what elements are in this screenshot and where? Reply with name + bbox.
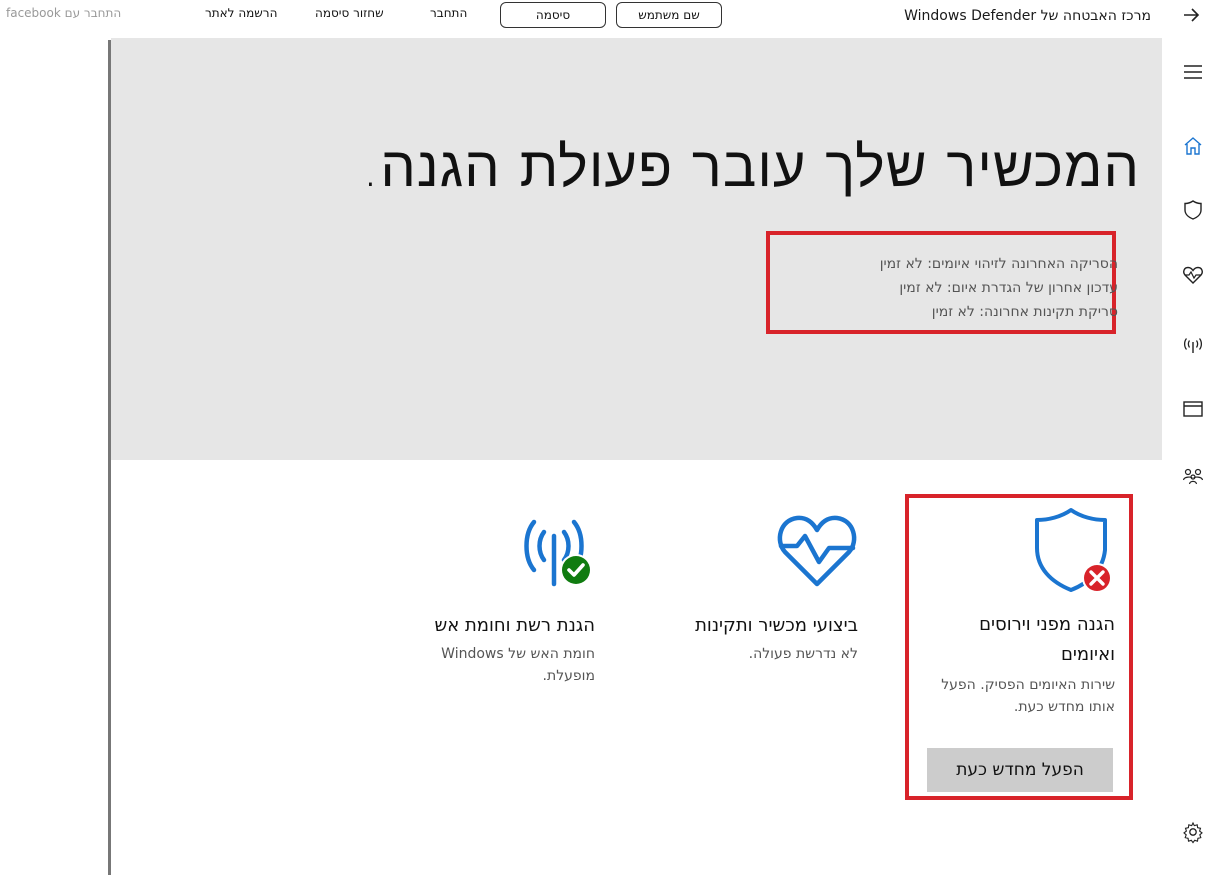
facebook-login-link[interactable]: התחבר עם facebook <box>6 6 121 20</box>
tile-firewall-network-protection[interactable]: הגנת רשת וחומת אש חומת האש של Windows מו… <box>390 495 595 795</box>
shield-error-icon <box>1035 508 1112 593</box>
last-health-scan: סריקת תקינות אחרונה: לא זמין <box>931 304 1118 320</box>
app-title: מרכז האבטחה של Windows Defender <box>904 8 1151 24</box>
shield-icon[interactable] <box>1181 198 1205 222</box>
last-definition-update: עדכון אחרון של הגדרת איום: לא זמין <box>899 280 1118 296</box>
password-input[interactable] <box>500 2 606 28</box>
top-bar: מרכז האבטחה של Windows Defender התחבר שח… <box>0 0 1207 38</box>
defender-window: מרכז האבטחה של Windows Defender התחבר שח… <box>0 0 1207 875</box>
virus-protection-status: שירות האיומים הפסיק. הפעל אותו מחדש כעת. <box>941 677 1115 715</box>
status-hero: המכשיר שלך עובר פעולת הגנה. הסריקה האחרו… <box>111 38 1162 460</box>
register-link[interactable]: הרשמה לאתר <box>205 6 277 20</box>
last-threat-scan: הסריקה האחרונה לזיהוי איומים: לא זמין <box>879 256 1118 272</box>
performance-heading: ביצועי מכשיר ותקינות <box>695 615 858 636</box>
restart-now-button[interactable]: הפעל מחדש כעת <box>927 748 1113 792</box>
back-arrow-icon[interactable] <box>1180 2 1202 28</box>
page-title: המכשיר שלך עובר פעולת הגנה. <box>361 135 1140 200</box>
network-heading: הגנת רשת וחומת אש <box>434 615 595 636</box>
settings-gear-icon[interactable] <box>1181 820 1205 844</box>
performance-status: לא נדרשת פעולה. <box>748 646 858 662</box>
virus-protection-heading: הגנה מפני וירוסים ואיומים <box>979 614 1115 665</box>
heart-health-icon <box>777 515 857 587</box>
menu-icon[interactable] <box>1181 60 1205 84</box>
home-icon[interactable] <box>1181 134 1205 158</box>
network-ok-icon <box>524 519 592 587</box>
tile-device-performance-health[interactable]: ביצועי מכשיר ותקינות לא נדרשת פעולה. <box>650 495 858 795</box>
login-link[interactable]: התחבר <box>430 6 467 20</box>
network-status: חומת האש של Windows מופעלת. <box>441 646 595 684</box>
network-icon[interactable] <box>1181 333 1205 357</box>
tile-virus-threat-protection[interactable]: הגנה מפני וירוסים ואיומים שירות האיומים … <box>905 494 1133 800</box>
username-input[interactable] <box>616 2 722 28</box>
recover-password-link[interactable]: שחזור סיסמה <box>315 6 384 20</box>
browser-window-icon[interactable] <box>1181 397 1205 421</box>
family-icon[interactable] <box>1181 465 1205 489</box>
heart-health-icon[interactable] <box>1181 263 1205 287</box>
